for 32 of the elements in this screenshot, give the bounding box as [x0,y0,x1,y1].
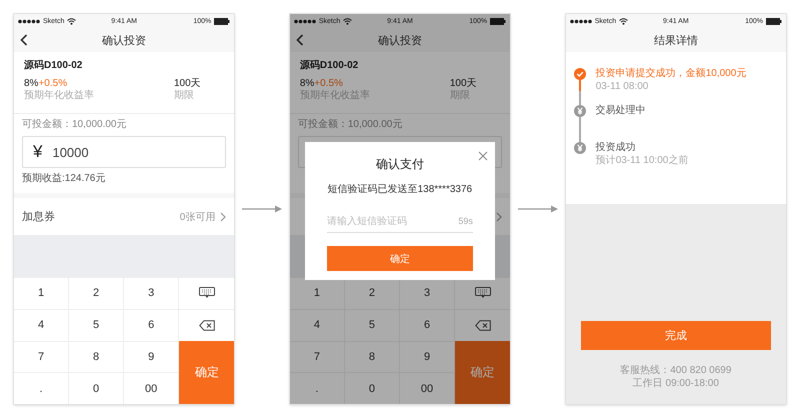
screen-title: 结果详情 [654,34,698,48]
rate-label: 预期年化收益率 [24,90,95,102]
step-time: 03-11 08:00 [596,80,650,93]
step-title: 交易处理中 [596,105,646,117]
bonus-rate: +0.5% [314,78,343,89]
screen-title: 确认投资 [102,34,146,48]
step-title: 投资申请提交成功，金额10,000元 [596,68,746,80]
term-value: 100天 [450,78,478,90]
interest-rate: 8% [24,78,38,89]
bonus-rate: +0.5% [38,78,68,89]
product-name: 源码D100-02 [24,59,84,72]
expected-earnings: 预期收益:124.76元 [22,173,106,185]
countdown: 59s [458,216,473,226]
available-amount: 可投金额：10,000.00元 [22,119,128,131]
step-title: 投资成功 [596,142,637,154]
interest-rate: 8% [300,78,314,89]
dialog-message: 短信验证码已发送至138****3376 [328,183,472,196]
hotline-text: 客服热线：400 820 0699 [620,364,732,377]
screen-title: 确认投资 [378,34,422,48]
product-name: 源码D100-02 [300,59,360,72]
currency-symbol: ¥ [33,142,42,162]
hours-text: 工作日 09:00-18:00 [632,377,719,390]
dialog-title: 确认支付 [376,156,424,173]
term-label: 期限 [450,90,471,102]
step-time: 预计03-11 10:00之前 [596,154,688,167]
amount-value: 10000 [52,144,89,160]
term-label: 期限 [174,90,195,102]
available-amount: 可投金额：10,000.00元 [298,119,404,131]
term-value: 100天 [174,78,202,90]
coupon-label: 加息券 [22,210,55,224]
coupon-count: 0张可用 [180,210,216,224]
rate-label: 预期年化收益率 [300,90,371,102]
